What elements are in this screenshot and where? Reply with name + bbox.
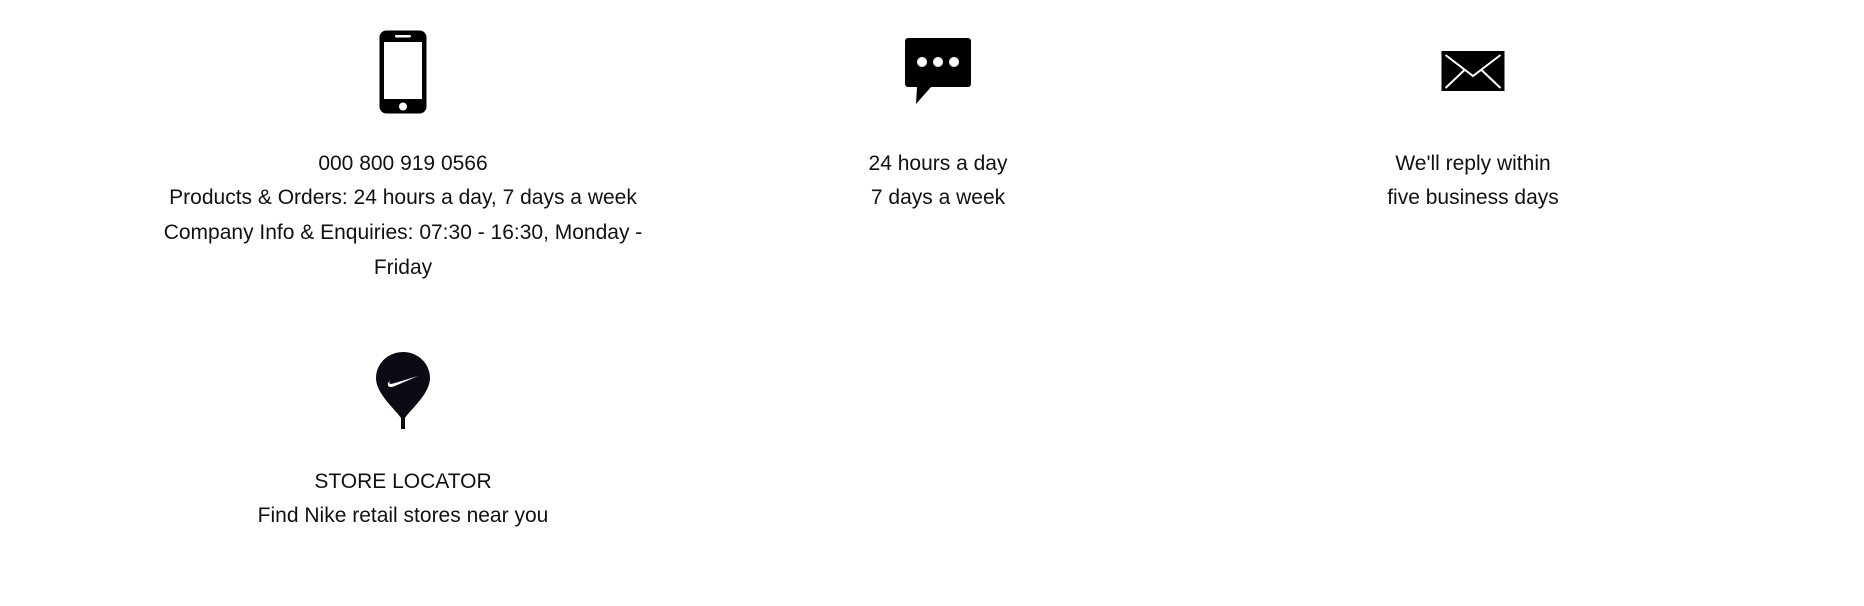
email-contact-section: We'll reply within five business days [1203,0,1743,290]
chat-icon[interactable] [905,38,971,109]
phone-contact-section: 000 800 919 0566 Products & Orders: 24 h… [133,0,673,290]
store-locator-pin-icon[interactable] [376,352,430,435]
chat-subtitle: 7 days a week [870,186,1006,209]
mail-icon[interactable] [1441,51,1505,96]
email-subtitle: five business days [1387,186,1559,209]
phone-number[interactable]: 000 800 919 0566 [133,146,673,181]
store-locator-section: STORE LOCATOR Find Nike retail stores ne… [133,318,673,558]
chat-title[interactable]: 24 hours a day [668,146,1208,181]
store-locator-subtitle: Find Nike retail stores near you [257,504,549,527]
phone-hours-company: Company Info & Enquiries: 07:30 - 16:30,… [163,221,643,244]
email-title[interactable]: We'll reply within [1203,146,1743,181]
phone-hours-company-cont: Friday [373,256,433,279]
chat-contact-section: 24 hours a day 7 days a week [668,0,1208,290]
phone-hours-products: Products & Orders: 24 hours a day, 7 day… [169,186,637,209]
phone-icon [379,30,427,119]
store-locator-title[interactable]: STORE LOCATOR [133,464,673,499]
